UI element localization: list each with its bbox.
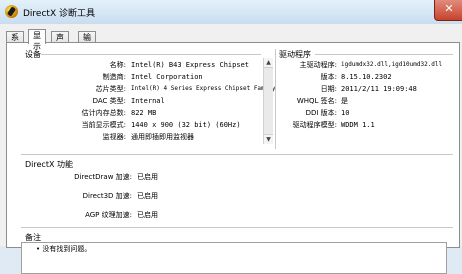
- directdraw-label: DirectDraw 加速:: [74, 173, 132, 181]
- feature-row-directdraw: DirectDraw 加速: 已启用: [7, 172, 207, 182]
- driver-model-value: WDDM 1.1: [341, 121, 375, 129]
- device-display-mode-value: 1440 x 900 (32 bit) (60Hz): [131, 121, 241, 129]
- directx-app-icon: [5, 5, 18, 18]
- features-group-label: DirectX 功能: [25, 160, 73, 169]
- device-name-value: Intel(R) B43 Express Chipset: [131, 61, 250, 69]
- device-manufacturer-value: Intel Corporation: [131, 73, 203, 81]
- window-title: DirectX 诊断工具: [23, 9, 95, 19]
- tab-display[interactable]: 显示: [28, 29, 46, 51]
- scroll-down-arrow-icon[interactable]: ▼: [264, 134, 273, 144]
- device-display-mode-label: 当前显示模式:: [81, 121, 126, 129]
- device-row-dac-type: DAC 类型: Internal: [7, 96, 269, 106]
- title-bar[interactable]: DirectX 诊断工具 ✕: [0, 0, 462, 24]
- driver-date-label: 日期:: [320, 85, 337, 93]
- device-chip-type-value: Intel(R) 4 Series Express Chipset Family: [131, 85, 276, 92]
- device-monitor-value: 通用即插即用监视器: [131, 133, 194, 141]
- driver-row-version: 版本: 8.15.10.2302: [275, 72, 459, 82]
- driver-group-divider: [315, 54, 453, 55]
- device-row-display-mode: 当前显示模式: 1440 x 900 (32 bit) (60Hz): [7, 120, 269, 130]
- driver-main-label: 主驱动程序:: [299, 61, 337, 69]
- feature-row-agp: AGP 纹理加速: 已启用: [7, 210, 207, 220]
- device-memory-value: 822 MB: [131, 109, 157, 117]
- device-dac-type-value: Internal: [131, 97, 165, 105]
- notes-textbox[interactable]: • 没有找到问题。: [21, 242, 447, 274]
- feature-row-direct3d: Direct3D 加速: 已启用: [7, 191, 207, 201]
- device-chip-type-label: 芯片类型:: [95, 85, 126, 93]
- driver-row-main: 主驱动程序: igdumdx32.dll,igd10umd32.dll: [275, 60, 459, 70]
- driver-row-ddi: DDI 版本: 10: [275, 108, 459, 118]
- driver-model-label: 驱动程序模型:: [292, 121, 337, 129]
- driver-whql-label: WHQL 签名:: [296, 97, 337, 105]
- device-row-monitor: 监视器: 通用即插即用监视器: [7, 132, 269, 142]
- scroll-up-arrow-icon[interactable]: ▲: [264, 58, 273, 68]
- driver-row-model: 驱动程序模型: WDDM 1.1: [275, 120, 459, 130]
- device-row-chip-type: 芯片类型: Intel(R) 4 Series Express Chipset …: [7, 84, 276, 94]
- features-top-divider: [21, 154, 453, 155]
- directdraw-value: 已启用: [137, 173, 158, 181]
- driver-main-value: igdumdx32.dll,igd10umd32.dll: [341, 61, 443, 68]
- driver-ddi-value: 10: [341, 109, 350, 117]
- driver-whql-value: 是: [341, 97, 348, 105]
- device-row-name: 名称: Intel(R) B43 Express Chipset: [7, 60, 269, 70]
- direct3d-value: 已启用: [137, 192, 158, 200]
- device-scrollbar[interactable]: ▲ ▼: [263, 58, 273, 144]
- driver-date-value: 2011/2/11 19:09:48: [341, 85, 417, 93]
- device-dac-type-label: DAC 类型:: [92, 97, 126, 105]
- driver-group-label: 驱动程序: [279, 50, 311, 59]
- device-monitor-label: 监视器:: [102, 133, 126, 141]
- device-row-manufacturer: 制造商: Intel Corporation: [7, 72, 269, 82]
- driver-row-date: 日期: 2011/2/11 19:09:48: [275, 84, 459, 94]
- dxdiag-window: DirectX 诊断工具 ✕ 系统 显示 声音 输入 设备 名称: Intel(…: [0, 0, 462, 274]
- driver-version-value: 8.15.10.2302: [341, 73, 392, 81]
- device-name-label: 名称:: [109, 61, 126, 69]
- driver-row-whql: WHQL 签名: 是: [275, 96, 459, 106]
- driver-version-label: 版本:: [320, 73, 337, 81]
- device-row-memory: 估计内存总数: 822 MB: [7, 108, 269, 118]
- display-tab-panel: 设备 名称: Intel(R) B43 Express Chipset 制造商:…: [6, 42, 460, 274]
- device-manufacturer-label: 制造商:: [102, 73, 126, 81]
- direct3d-label: Direct3D 加速:: [82, 192, 132, 200]
- notes-top-divider: [21, 227, 453, 228]
- device-group-divider: [41, 54, 261, 55]
- close-button[interactable]: ✕: [434, 0, 462, 21]
- agp-value: 已启用: [137, 211, 158, 219]
- driver-ddi-label: DDI 版本:: [305, 109, 337, 117]
- agp-label: AGP 纹理加速:: [85, 211, 132, 219]
- device-memory-label: 估计内存总数:: [81, 109, 126, 117]
